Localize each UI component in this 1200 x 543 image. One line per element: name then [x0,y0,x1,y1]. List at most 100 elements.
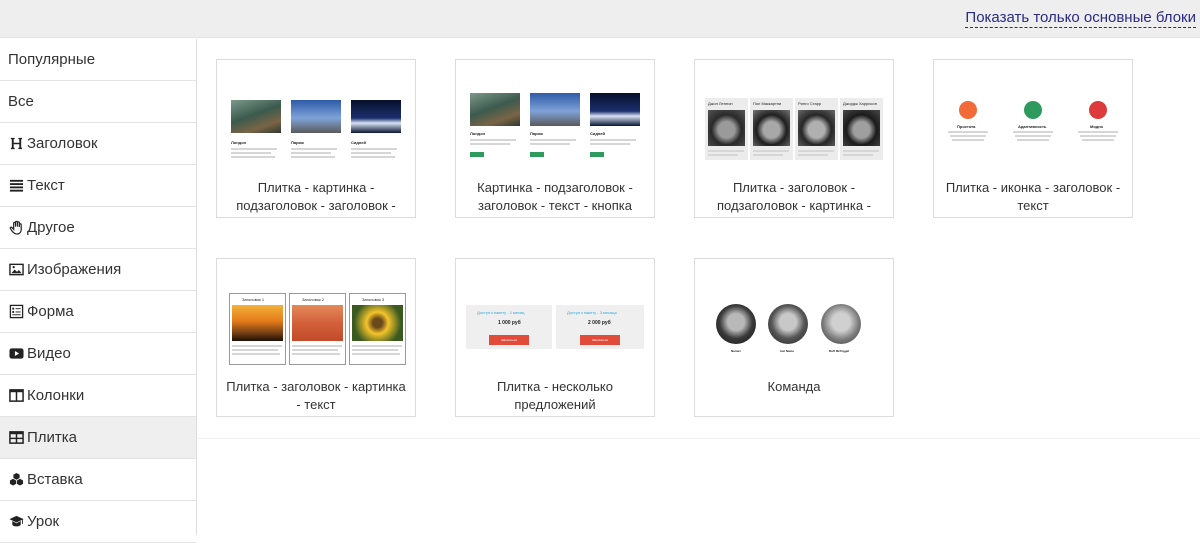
block-card[interactable]: Джон Леннон Пол Маккартни Ринго Старр Дж… [694,59,894,218]
person-name: Пол Маккартни [753,101,782,106]
feature-icon [1089,101,1107,119]
sidebar-item-all[interactable]: Все [0,81,196,123]
sidebar-item-label: Популярные [8,51,96,68]
sidebar-item-heading[interactable]: Заголовок [0,123,196,165]
city-name: Париж [291,140,304,145]
block-preview: Лондон Париж Сидней [227,68,405,168]
sidebar-item-label: Колонки [27,387,85,404]
block-preview: Name1 Ivel Name Ruff Mcfriggel [705,267,883,367]
block-card-label: Плитка - несколько предложений [496,379,613,412]
offer-price: 2 000 руб [588,320,611,326]
city-photo [470,93,520,126]
block-preview: Джон Леннон Пол Маккартни Ринго Старр Дж… [705,68,883,168]
tiles-icon [8,430,24,446]
block-card[interactable]: Name1 Ivel Name Ruff Mcfriggel Команда [694,258,894,417]
cubes-icon [8,472,24,488]
sidebar-item-insert[interactable]: Вставка [0,459,196,501]
team-member-name: Ivel Name [780,349,795,353]
sidebar-item-label: Вставка [27,471,83,488]
sidebar-item-label: Текст [27,177,65,194]
video-icon [8,346,24,362]
sidebar-item-label: Все [8,93,34,110]
feature-title: Адаптивность [1018,124,1047,129]
city-photo [590,93,640,126]
sidebar-item-video[interactable]: Видео [0,333,196,375]
city-photo [231,100,281,133]
team-member-name: Ruff Mcfriggel [829,349,850,353]
sidebar-item-form[interactable]: Форма [0,291,196,333]
portrait-photo [753,110,790,146]
sidebar-item-label: Плитка [27,429,78,446]
team-member-photo [821,304,861,344]
sidebar-item-tiles[interactable]: Плитка [0,417,196,459]
person-name: Ринго Старр [798,101,822,106]
sidebar-item-popular[interactable]: Популярные [0,39,196,81]
block-card[interactable]: Доступ к пакету - 1 месяц Доступ к пакет… [455,258,655,417]
sidebar-item-label: Изображения [27,261,122,278]
block-card[interactable]: Лондон Париж Сидней Картинка - подзаголо… [455,59,655,218]
feature-icon [1024,101,1042,119]
team-member-photo [716,304,756,344]
block-card-label: Плитка - заголовок - подзаголовок - карт… [716,180,872,213]
person-name: Джон Леннон [708,101,733,106]
tile-photo [232,305,283,341]
portrait-photo [798,110,835,146]
feature-title: Модно [1090,124,1104,129]
tile-title: Заголовок 2 [302,297,325,302]
sidebar-item-lesson[interactable]: Урок [0,501,196,543]
blocks-grid: Лондон Париж Сидней Плитка - картинка - … [198,39,1200,439]
graduation-cap-icon [8,514,24,530]
tile-title: Заголовок 1 [242,297,265,302]
offer-title: Доступ к пакету - 3 месяца [567,310,617,315]
offer-button: Записаться [489,335,529,345]
show-basic-blocks-link[interactable]: Показать только основные блоки [965,9,1196,28]
tile-photo [352,305,403,341]
block-card[interactable]: Простота Адаптивность Модно Плитка - ико… [933,59,1133,218]
tile-title: Заголовок 3 [362,297,385,302]
sidebar-item-label: Урок [27,513,60,530]
sidebar-item-label: Форма [27,303,74,320]
offer-button: Записаться [580,335,620,345]
person-name: Джордж Харрисон [843,101,877,106]
sidebar-item-text[interactable]: Текст [0,165,196,207]
feature-icon [959,101,977,119]
tile-photo [292,305,343,341]
preview-button [470,152,484,157]
city-name: Лондон [231,140,247,145]
sidebar-item-images[interactable]: Изображения [0,249,196,291]
team-member-photo [768,304,808,344]
portrait-photo [843,110,880,146]
city-name: Лондон [470,131,486,136]
block-card[interactable]: Заголовок 1 Заголовок 2 Заголовок 3 Плит… [216,258,416,417]
block-card-label: Плитка - картинка - подзаголовок - загол… [236,180,396,213]
sidebar-item-label: Другое [27,219,75,236]
form-icon [8,304,24,320]
text-lines-icon [8,178,24,194]
top-bar: Показать только основные блоки [0,0,1200,38]
sidebar-item-label: Видео [27,345,71,362]
block-card-label: Картинка - подзаголовок - заголовок - те… [477,180,633,213]
sidebar-item-columns[interactable]: Колонки [0,375,196,417]
preview-button [530,152,544,157]
offer-title: Доступ к пакету - 1 месяц [477,310,525,315]
offer-price: 1 000 руб [498,320,521,326]
sidebar-item-label: Заголовок [27,135,98,152]
block-preview: Простота Адаптивность Модно [944,68,1122,168]
heading-icon [8,136,24,152]
block-preview: Заголовок 1 Заголовок 2 Заголовок 3 [227,267,406,367]
columns-icon [8,388,24,404]
city-name: Сидней [351,140,366,145]
city-name: Сидней [590,131,605,136]
portrait-photo [708,110,745,146]
block-card[interactable]: Лондон Париж Сидней Плитка - картинка - … [216,59,416,218]
hand-icon [8,220,24,236]
image-icon [8,262,24,278]
block-preview: Лондон Париж Сидней [466,68,644,168]
block-preview: Доступ к пакету - 1 месяц Доступ к пакет… [466,267,644,367]
block-card-label: Команда [767,379,821,394]
city-photo [530,93,580,126]
preview-button [590,152,604,157]
sidebar-item-other[interactable]: Другое [0,207,196,249]
category-sidebar: Популярные Все Заголовок Текст Другое Из… [0,39,197,543]
block-card-label: Плитка - иконка - заголовок - текст [945,180,1121,213]
